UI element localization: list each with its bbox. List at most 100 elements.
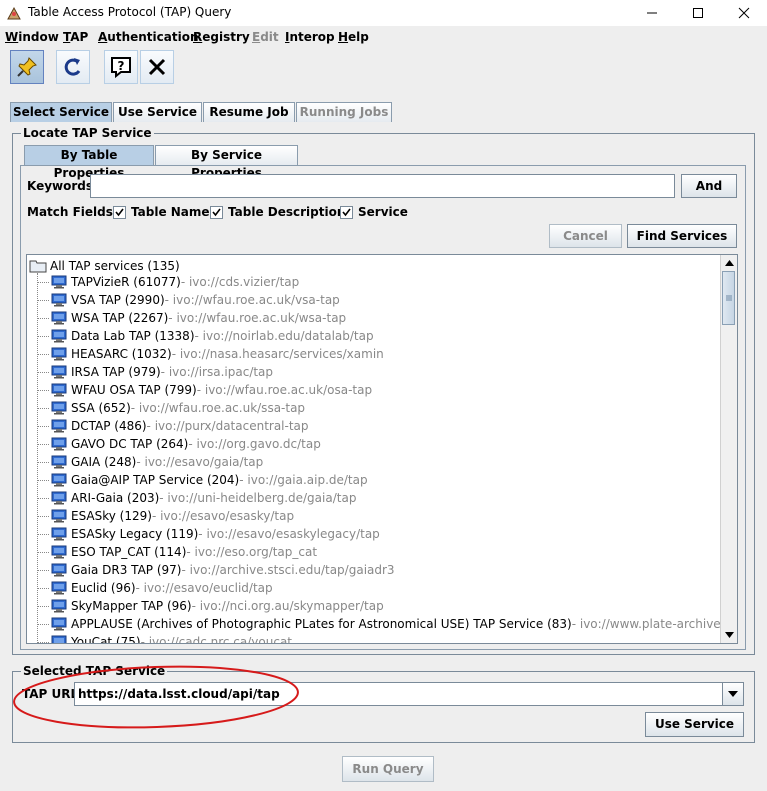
tab-by-table-properties[interactable]: By Table Properties (24, 145, 154, 180)
service-ivo-id: - ivo://wfau.roe.ac.uk/osa-tap (196, 383, 373, 397)
tree-service-row[interactable]: Gaia DR3 TAP (97) - ivo://archive.stsci.… (37, 561, 395, 579)
service-name: GAVO DC TAP (264) (71, 437, 189, 451)
service-name: ARI-Gaia (203) (71, 491, 160, 505)
tree-connector (37, 642, 49, 643)
keywords-input[interactable] (90, 174, 675, 198)
checkmark-icon (212, 208, 221, 216)
tree-service-row[interactable]: Data Lab TAP (1338) - ivo://noirlab.edu/… (37, 327, 374, 345)
match-fields-label: Match Fields: (27, 205, 118, 219)
checkbox-service-box[interactable] (340, 205, 353, 219)
window-close-button[interactable] (721, 0, 767, 26)
tab-resume-job[interactable]: Resume Job (203, 102, 295, 122)
tree-service-row[interactable]: GAVO DC TAP (264) - ivo://org.gavo.dc/ta… (37, 435, 321, 453)
tree-service-row[interactable]: HEASARC (1032) - ivo://nasa.heasarc/serv… (37, 345, 384, 363)
help-button[interactable]: ? (104, 50, 138, 84)
service-ivo-id: - ivo://uni-heidelberg.de/gaia/tap (159, 491, 357, 505)
title-bar: Table Access Protocol (TAP) Query (0, 0, 767, 26)
service-name: Data Lab TAP (1338) (71, 329, 195, 343)
service-tree[interactable]: All TAP services (135) TAPVizieR (61077)… (26, 254, 738, 644)
tree-service-row[interactable]: SSA (652) - ivo://wfau.roe.ac.uk/ssa-tap (37, 399, 306, 417)
menu-authentication[interactable]: Authentication (98, 30, 199, 44)
service-name: SSA (652) (71, 401, 131, 415)
find-services-button[interactable]: Find Services (627, 224, 737, 248)
service-name: IRSA TAP (979) (71, 365, 161, 379)
service-ivo-id: - ivo://eso.org/tap_cat (186, 545, 318, 559)
run-query-button: Run Query (342, 756, 434, 782)
tree-root[interactable]: All TAP services (135) (29, 258, 180, 274)
tap-url-combo[interactable]: https://data.lsst.cloud/api/tap (74, 682, 744, 706)
app-icon (7, 6, 21, 20)
tree-service-row[interactable]: VSA TAP (2990) - ivo://wfau.roe.ac.uk/vs… (37, 291, 340, 309)
menu-help[interactable]: Help (338, 30, 369, 44)
scroll-thumb[interactable] (722, 271, 735, 325)
checkbox-table-description-box[interactable] (210, 205, 223, 219)
tap-url-dropdown-button[interactable] (722, 683, 743, 705)
tree-connector (37, 354, 49, 355)
tree-connector (37, 588, 49, 589)
tree-connector (37, 372, 49, 373)
checkbox-table-name[interactable]: Table Name (113, 205, 210, 219)
tree-service-row[interactable]: WSA TAP (2267) - ivo://wfau.roe.ac.uk/ws… (37, 309, 347, 327)
computer-icon (51, 491, 67, 505)
tree-service-row[interactable]: ESASky Legacy (119) - ivo://esavo/esasky… (37, 525, 380, 543)
tree-service-row[interactable]: YouCat (75) - ivo://cadc.nrc.ca/youcat (37, 633, 292, 643)
maximize-button[interactable] (675, 0, 721, 26)
tree-service-row[interactable]: APPLAUSE (Archives of Photographic PLate… (37, 615, 737, 633)
tab-select-service[interactable]: Select Service (10, 102, 112, 122)
tree-connector (37, 552, 49, 553)
tree-service-row[interactable]: IRSA TAP (979) - ivo://irsa.ipac/tap (37, 363, 273, 381)
window-close-icon (738, 7, 750, 19)
tree-service-row[interactable]: ARI-Gaia (203) - ivo://uni-heidelberg.de… (37, 489, 357, 507)
tree-connector (37, 480, 49, 481)
and-button[interactable]: And (681, 174, 737, 198)
scroll-up-button[interactable] (721, 255, 737, 271)
keywords-label: Keywords: (27, 179, 98, 193)
tree-service-row[interactable]: Gaia@AIP TAP Service (204) - ivo://gaia.… (37, 471, 368, 489)
grip-icon (726, 295, 732, 301)
tree-service-row[interactable]: TAPVizieR (61077) - ivo://cds.vizier/tap (37, 273, 299, 291)
tree-connector (37, 408, 49, 409)
use-service-button[interactable]: Use Service (645, 712, 744, 737)
service-ivo-id: - ivo://wfau.roe.ac.uk/ssa-tap (130, 401, 306, 415)
computer-icon (51, 473, 67, 487)
checkbox-table-name-box[interactable] (113, 205, 126, 219)
minimize-button[interactable] (629, 0, 675, 26)
service-name: DCTAP (486) (71, 419, 147, 433)
tree-service-row[interactable]: DCTAP (486) - ivo://purx/datacentral-tap (37, 417, 309, 435)
service-ivo-id: - ivo://wfau.roe.ac.uk/wsa-tap (168, 311, 347, 325)
pin-button[interactable] (10, 50, 44, 84)
tree-service-row[interactable]: ESO TAP_CAT (114) - ivo://eso.org/tap_ca… (37, 543, 318, 561)
checkbox-table-name-label: Table Name (131, 205, 210, 219)
tree-service-row[interactable]: ESASky (129) - ivo://esavo/esasky/tap (37, 507, 295, 525)
computer-icon (51, 419, 67, 433)
pin-icon (17, 57, 37, 77)
service-name: Gaia DR3 TAP (97) (71, 563, 182, 577)
service-name: TAPVizieR (61077) (71, 275, 181, 289)
checkbox-service[interactable]: Service (340, 205, 408, 219)
tree-service-row[interactable]: GAIA (248) - ivo://esavo/gaia/tap (37, 453, 263, 471)
service-ivo-id: - ivo://esavo/esasky/tap (151, 509, 295, 523)
checkbox-table-description[interactable]: Table Description (210, 205, 345, 219)
tree-service-row[interactable]: SkyMapper TAP (96) - ivo://nci.org.au/sk… (37, 597, 384, 615)
tab-use-service[interactable]: Use Service (113, 102, 202, 122)
tree-service-row[interactable]: WFAU OSA TAP (799) - ivo://wfau.roe.ac.u… (37, 381, 373, 399)
tree-connector (37, 498, 49, 499)
menu-interop[interactable]: Interop (285, 30, 335, 44)
tree-service-row[interactable]: Euclid (96) - ivo://esavo/euclid/tap (37, 579, 273, 597)
close-tool-button[interactable] (140, 50, 174, 84)
menu-registry[interactable]: Registry (193, 30, 250, 44)
help-icon: ? (111, 57, 131, 79)
computer-icon (51, 527, 67, 541)
tab-by-service-properties[interactable]: By Service Properties (155, 145, 298, 180)
menu-window[interactable]: Window (5, 30, 59, 44)
computer-icon (51, 401, 67, 415)
tree-connector (37, 570, 49, 571)
service-ivo-id: - ivo://esavo/euclid/tap (135, 581, 273, 595)
reload-button[interactable] (56, 50, 90, 84)
tree-scrollbar[interactable] (720, 255, 737, 643)
service-ivo-id: - ivo://noirlab.edu/datalab/tap (194, 329, 374, 343)
folder-icon (29, 260, 47, 273)
scroll-down-button[interactable] (721, 627, 737, 643)
menu-tap[interactable]: TAP (63, 30, 88, 44)
service-name: VSA TAP (2990) (71, 293, 165, 307)
